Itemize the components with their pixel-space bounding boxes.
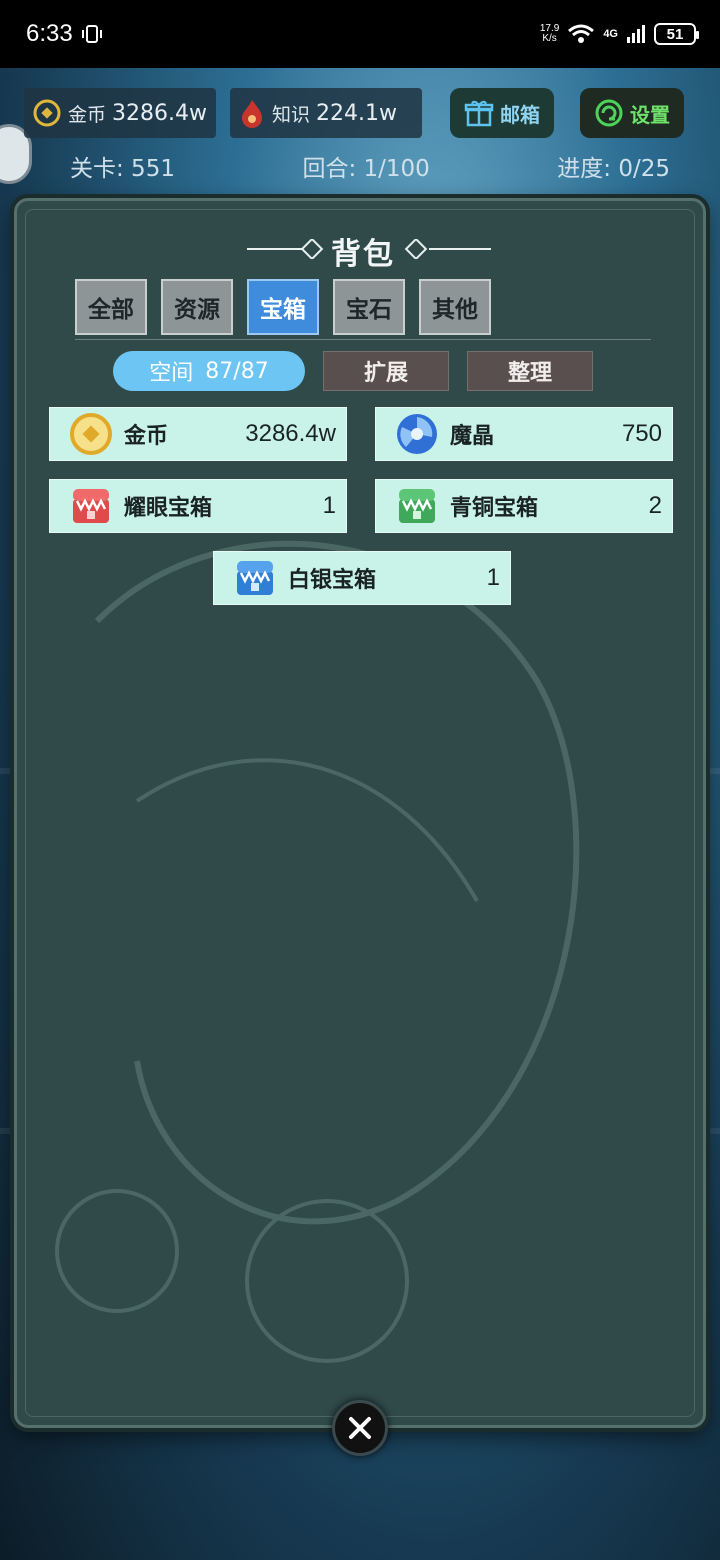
magic-crystal-icon [397,414,437,454]
flame-icon [242,100,262,128]
tab-gems[interactable]: 宝石 [333,279,405,335]
panel-title: 背包 [331,237,395,272]
space-indicator: 空间 87/87 [113,351,305,391]
gold-counter: 金币 3286.4w [24,88,216,138]
tab-chests[interactable]: 宝箱 [247,279,319,335]
mailbox-button[interactable]: 邮箱 [450,88,554,138]
inventory-item-bronze-chest[interactable]: 青铜宝箱 2 [375,479,673,533]
inventory-item-dazzling-chest[interactable]: 耀眼宝箱 1 [49,479,347,533]
settings-icon [595,99,623,127]
gift-icon [464,100,494,127]
game-status-row: 关卡: 551 回合: 1/100 进度: 0/25 [70,146,670,186]
progress-text: 进度: 0/25 [557,156,670,182]
status-time: 6:33 [26,20,73,47]
gold-coin-icon [70,413,112,455]
close-button[interactable] [332,1400,388,1456]
tab-other[interactable]: 其他 [419,279,491,335]
network-type: 4G [603,28,618,40]
status-bar: 6:33 17.9 K/s 4G 51 [0,0,720,68]
gold-coin-icon [33,99,61,127]
close-icon [349,1417,371,1439]
wifi-icon [568,24,595,43]
tab-resources[interactable]: 资源 [161,279,233,335]
knowledge-counter: 知识 224.1w [230,88,422,138]
signal-icon [627,25,645,43]
inventory-item-magic-crystal[interactable]: 魔晶 750 [375,407,673,461]
inventory-item-gold[interactable]: 金币 3286.4w [49,407,347,461]
tab-divider [75,339,651,340]
sort-button[interactable]: 整理 [467,351,593,391]
net-speed: 17.9 K/s [539,23,560,44]
title-ornament-right [404,239,491,259]
green-chest-icon [399,489,435,523]
battery-icon: 51 [654,23,699,45]
backpack-panel: 背包 全部 资源 宝箱 宝石 其他 空间 87/87 扩展 整理 金币 3286… [14,198,706,1428]
expand-button[interactable]: 扩展 [323,351,449,391]
vibrate-icon [81,25,102,43]
inventory-item-silver-chest[interactable]: 白银宝箱 1 [213,551,511,605]
blue-chest-icon [237,561,273,595]
tab-all[interactable]: 全部 [75,279,147,335]
level-text: 关卡: 551 [70,156,175,182]
round-text: 回合: 1/100 [302,156,430,182]
category-tabs: 全部 资源 宝箱 宝石 其他 [75,279,491,335]
settings-button[interactable]: 设置 [580,88,684,138]
red-chest-icon [73,489,109,523]
